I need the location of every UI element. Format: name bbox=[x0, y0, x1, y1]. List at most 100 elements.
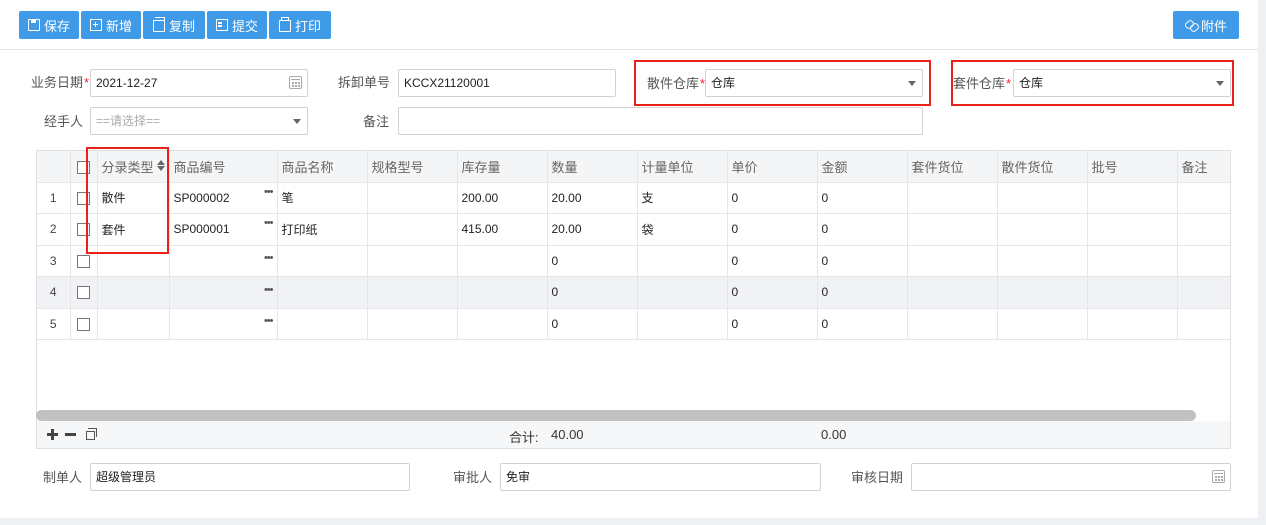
cell-code[interactable]: SP000001 ••• bbox=[169, 213, 278, 246]
cell-code[interactable]: SP000002 ••• bbox=[169, 182, 278, 214]
cell-kit-location[interactable] bbox=[907, 276, 998, 309]
cell-unit[interactable] bbox=[637, 308, 728, 340]
cell-batch[interactable] bbox=[1087, 213, 1178, 246]
cell-name[interactable]: 笔 bbox=[277, 182, 368, 214]
table-row[interactable]: 2 套件 SP000001 ••• 打印纸 415.00 20.00 袋 0 0 bbox=[37, 213, 1230, 246]
cell-spec[interactable] bbox=[367, 276, 458, 309]
column-header-kit-location[interactable]: 套件货位 bbox=[907, 151, 998, 183]
more-icon[interactable]: ••• bbox=[264, 284, 274, 296]
cell-loose-location[interactable] bbox=[997, 308, 1088, 340]
column-header-batch[interactable]: 批号 bbox=[1087, 151, 1178, 183]
cell-type[interactable]: 散件 bbox=[97, 182, 170, 214]
cell-qty[interactable]: 20.00 bbox=[547, 182, 638, 214]
cell-amount[interactable]: 0 bbox=[817, 182, 908, 214]
add-button[interactable]: 新增 bbox=[81, 11, 141, 39]
cell-spec[interactable] bbox=[367, 308, 458, 340]
delete-row-icon[interactable] bbox=[65, 429, 76, 440]
cell-code[interactable]: ••• bbox=[169, 308, 278, 340]
cell-remark[interactable] bbox=[1177, 213, 1230, 246]
column-header-code[interactable]: 商品编号 bbox=[169, 151, 278, 183]
more-icon[interactable]: ••• bbox=[264, 315, 274, 327]
column-header-amount[interactable]: 金额 bbox=[817, 151, 908, 183]
cell-name[interactable] bbox=[277, 308, 368, 340]
cell-unit[interactable]: 袋 bbox=[637, 213, 728, 246]
cell-batch[interactable] bbox=[1087, 308, 1178, 340]
cell-qty[interactable]: 0 bbox=[547, 308, 638, 340]
loose-warehouse-select[interactable]: 仓库 bbox=[705, 69, 923, 97]
cell-code[interactable]: ••• bbox=[169, 276, 278, 309]
more-icon[interactable]: ••• bbox=[264, 217, 274, 229]
more-icon[interactable]: ••• bbox=[264, 252, 274, 264]
calendar-icon[interactable] bbox=[289, 76, 302, 89]
add-row-icon[interactable] bbox=[47, 429, 58, 440]
cell-price[interactable]: 0 bbox=[727, 245, 818, 277]
copy-button[interactable]: 复制 bbox=[143, 11, 205, 39]
submit-button[interactable]: 提交 bbox=[207, 11, 267, 39]
approve-date-input[interactable] bbox=[911, 463, 1231, 491]
column-header-spec[interactable]: 规格型号 bbox=[367, 151, 458, 183]
cell-price[interactable]: 0 bbox=[727, 276, 818, 309]
column-header-unit[interactable]: 计量单位 bbox=[637, 151, 728, 183]
cell-spec[interactable] bbox=[367, 245, 458, 277]
attachment-button[interactable]: 附件 bbox=[1173, 11, 1239, 39]
cell-unit[interactable]: 支 bbox=[637, 182, 728, 214]
row-checkbox[interactable] bbox=[77, 317, 90, 331]
cell-remark[interactable] bbox=[1177, 182, 1230, 214]
cell-batch[interactable] bbox=[1087, 182, 1178, 214]
cell-remark[interactable] bbox=[1177, 245, 1230, 277]
calendar-icon[interactable] bbox=[1212, 470, 1225, 483]
cell-amount[interactable]: 0 bbox=[817, 308, 908, 340]
cell-loose-location[interactable] bbox=[997, 182, 1088, 214]
table-row[interactable]: 1 散件 SP000002 ••• 笔 200.00 20.00 支 0 0 bbox=[37, 182, 1230, 214]
row-checkbox[interactable] bbox=[77, 223, 90, 237]
cell-remark[interactable] bbox=[1177, 308, 1230, 340]
copy-row-icon[interactable] bbox=[86, 428, 97, 440]
column-header-loose-location[interactable]: 散件货位 bbox=[997, 151, 1088, 183]
column-header-remark[interactable]: 备注 bbox=[1177, 151, 1230, 183]
cell-kit-location[interactable] bbox=[907, 245, 998, 277]
biz-date-input[interactable]: 2021-12-27 bbox=[90, 69, 308, 97]
cell-kit-location[interactable] bbox=[907, 182, 998, 214]
column-header-name[interactable]: 商品名称 bbox=[277, 151, 368, 183]
cell-loose-location[interactable] bbox=[997, 276, 1088, 309]
cell-amount[interactable]: 0 bbox=[817, 276, 908, 309]
cell-price[interactable]: 0 bbox=[727, 308, 818, 340]
cell-price[interactable]: 0 bbox=[727, 182, 818, 214]
more-icon[interactable]: ••• bbox=[264, 186, 274, 198]
cell-name[interactable] bbox=[277, 276, 368, 309]
row-checkbox[interactable] bbox=[77, 286, 90, 300]
cell-remark[interactable] bbox=[1177, 276, 1230, 309]
cell-batch[interactable] bbox=[1087, 276, 1178, 309]
column-header-type[interactable]: 分录类型 bbox=[97, 151, 170, 183]
doc-no-input[interactable]: KCCX21120001 bbox=[398, 69, 616, 97]
cell-amount[interactable]: 0 bbox=[817, 245, 908, 277]
cell-loose-location[interactable] bbox=[997, 213, 1088, 246]
cell-unit[interactable] bbox=[637, 276, 728, 309]
row-checkbox[interactable] bbox=[77, 254, 90, 268]
column-header-stock[interactable]: 库存量 bbox=[457, 151, 548, 183]
remark-input[interactable] bbox=[398, 107, 923, 135]
column-header-qty[interactable]: 数量 bbox=[547, 151, 638, 183]
cell-kit-location[interactable] bbox=[907, 213, 998, 246]
cell-name[interactable]: 打印纸 bbox=[277, 213, 368, 246]
cell-kit-location[interactable] bbox=[907, 308, 998, 340]
cell-price[interactable]: 0 bbox=[727, 213, 818, 246]
save-button[interactable]: 保存 bbox=[19, 11, 79, 39]
print-button[interactable]: 打印 bbox=[269, 11, 331, 39]
cell-amount[interactable]: 0 bbox=[817, 213, 908, 246]
cell-loose-location[interactable] bbox=[997, 245, 1088, 277]
cell-type[interactable]: 套件 bbox=[97, 213, 170, 246]
row-checkbox[interactable] bbox=[77, 191, 90, 205]
kit-warehouse-select[interactable]: 仓库 bbox=[1013, 69, 1231, 97]
cell-qty[interactable]: 0 bbox=[547, 245, 638, 277]
cell-type[interactable] bbox=[97, 276, 170, 309]
table-row[interactable]: 4 ••• 0 0 0 bbox=[37, 276, 1230, 309]
cell-spec[interactable] bbox=[367, 213, 458, 246]
cell-type[interactable] bbox=[97, 245, 170, 277]
handler-select[interactable]: ==请选择== bbox=[90, 107, 308, 135]
cell-code[interactable]: ••• bbox=[169, 245, 278, 277]
cell-batch[interactable] bbox=[1087, 245, 1178, 277]
cell-spec[interactable] bbox=[367, 182, 458, 214]
cell-unit[interactable] bbox=[637, 245, 728, 277]
column-header-price[interactable]: 单价 bbox=[727, 151, 818, 183]
